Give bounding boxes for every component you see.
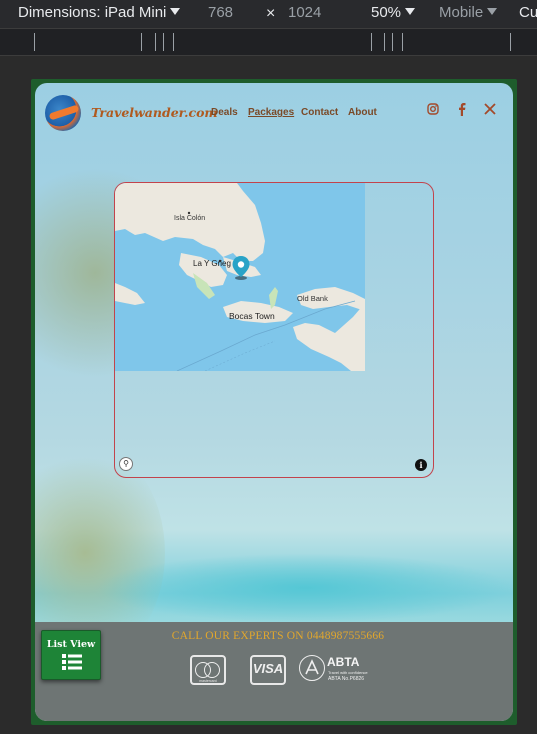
facebook-icon[interactable]: [457, 102, 467, 119]
list-icon: [62, 654, 82, 670]
ruler-tick: [384, 33, 385, 51]
device-frame: Travelwander.com Deals Packages Contact …: [31, 79, 517, 725]
ruler-tick: [510, 33, 511, 51]
map-label-la-y-griega: La Y Grieg: [193, 259, 231, 268]
mode-label: Mobile: [439, 4, 484, 21]
devtools-device-toolbar: Dimensions: iPad Mini 768 × 1024 50% Mob…: [0, 0, 537, 28]
zoom-to-location-icon[interactable]: ⚲: [119, 457, 133, 471]
device-dimensions-dropdown[interactable]: Dimensions: iPad Mini: [18, 4, 181, 21]
abta-logo-icon: [299, 655, 325, 681]
nav-contact[interactable]: Contact: [301, 107, 338, 118]
nav-about[interactable]: About: [348, 107, 377, 118]
x-icon[interactable]: [484, 103, 496, 118]
page-viewport: Travelwander.com Deals Packages Contact …: [35, 83, 513, 721]
zoom-dropdown[interactable]: 50%: [371, 4, 416, 21]
ruler-tick: [371, 33, 372, 51]
map-label-old-bank: Old Bank: [297, 294, 328, 303]
device-dimensions-label: Dimensions: iPad Mini: [18, 4, 167, 21]
ruler-tick: [155, 33, 156, 51]
nav-packages[interactable]: Packages: [248, 107, 294, 118]
abta-slogan: Travel with confidence: [328, 670, 368, 675]
chevron-down-icon: [170, 8, 181, 15]
site-footer: List View CALL OUR EXPERTS ON 0448987555…: [35, 622, 513, 721]
device-mode-dropdown[interactable]: Mobile: [439, 4, 498, 21]
visa-label: VISA: [252, 661, 284, 676]
ruler-tick: [163, 33, 164, 51]
ruler-tick: [141, 33, 142, 51]
map-marker-icon[interactable]: [232, 256, 250, 280]
chevron-down-icon: [487, 8, 498, 15]
call-experts-text[interactable]: CALL OUR EXPERTS ON 0448987555666: [168, 630, 388, 642]
ruler-tick: [34, 33, 35, 51]
info-icon[interactable]: i: [415, 459, 427, 471]
chevron-down-icon: [405, 8, 416, 15]
truncated-toolbar-label: Cu: [519, 4, 537, 21]
abta-number: ABTA No.P6826: [328, 676, 365, 682]
device-height-input[interactable]: 1024: [288, 4, 321, 21]
list-view-label: List View: [46, 639, 96, 650]
ruler-tick: [173, 33, 174, 51]
ruler-tick: [392, 33, 393, 51]
visa-badge: VISA: [250, 655, 286, 685]
times-icon: ×: [266, 5, 276, 22]
brand-name[interactable]: Travelwander.com: [91, 105, 218, 120]
list-view-button[interactable]: List View: [41, 630, 101, 680]
map-label-isla-colon: Isla Colón: [174, 215, 206, 222]
map-label-bocas-town: Bocas Town: [229, 311, 275, 321]
abta-wordmark: ABTA: [327, 655, 360, 669]
device-width-input[interactable]: 768: [208, 4, 233, 21]
mastercard-circle-icon: [204, 662, 220, 678]
background-image: [95, 553, 513, 623]
zoom-label: 50%: [371, 4, 402, 21]
ruler-tick: [402, 33, 403, 51]
site-logo[interactable]: [45, 95, 81, 131]
mastercard-badge: mastercard: [190, 655, 226, 685]
instagram-icon[interactable]: [427, 103, 439, 118]
map-container[interactable]: Isla Colón La Y Grieg Old Bank Bocas Tow…: [114, 182, 434, 478]
nav-deals[interactable]: Deals: [211, 107, 238, 118]
mastercard-label: mastercard: [199, 679, 217, 683]
media-query-ruler[interactable]: [0, 28, 537, 56]
